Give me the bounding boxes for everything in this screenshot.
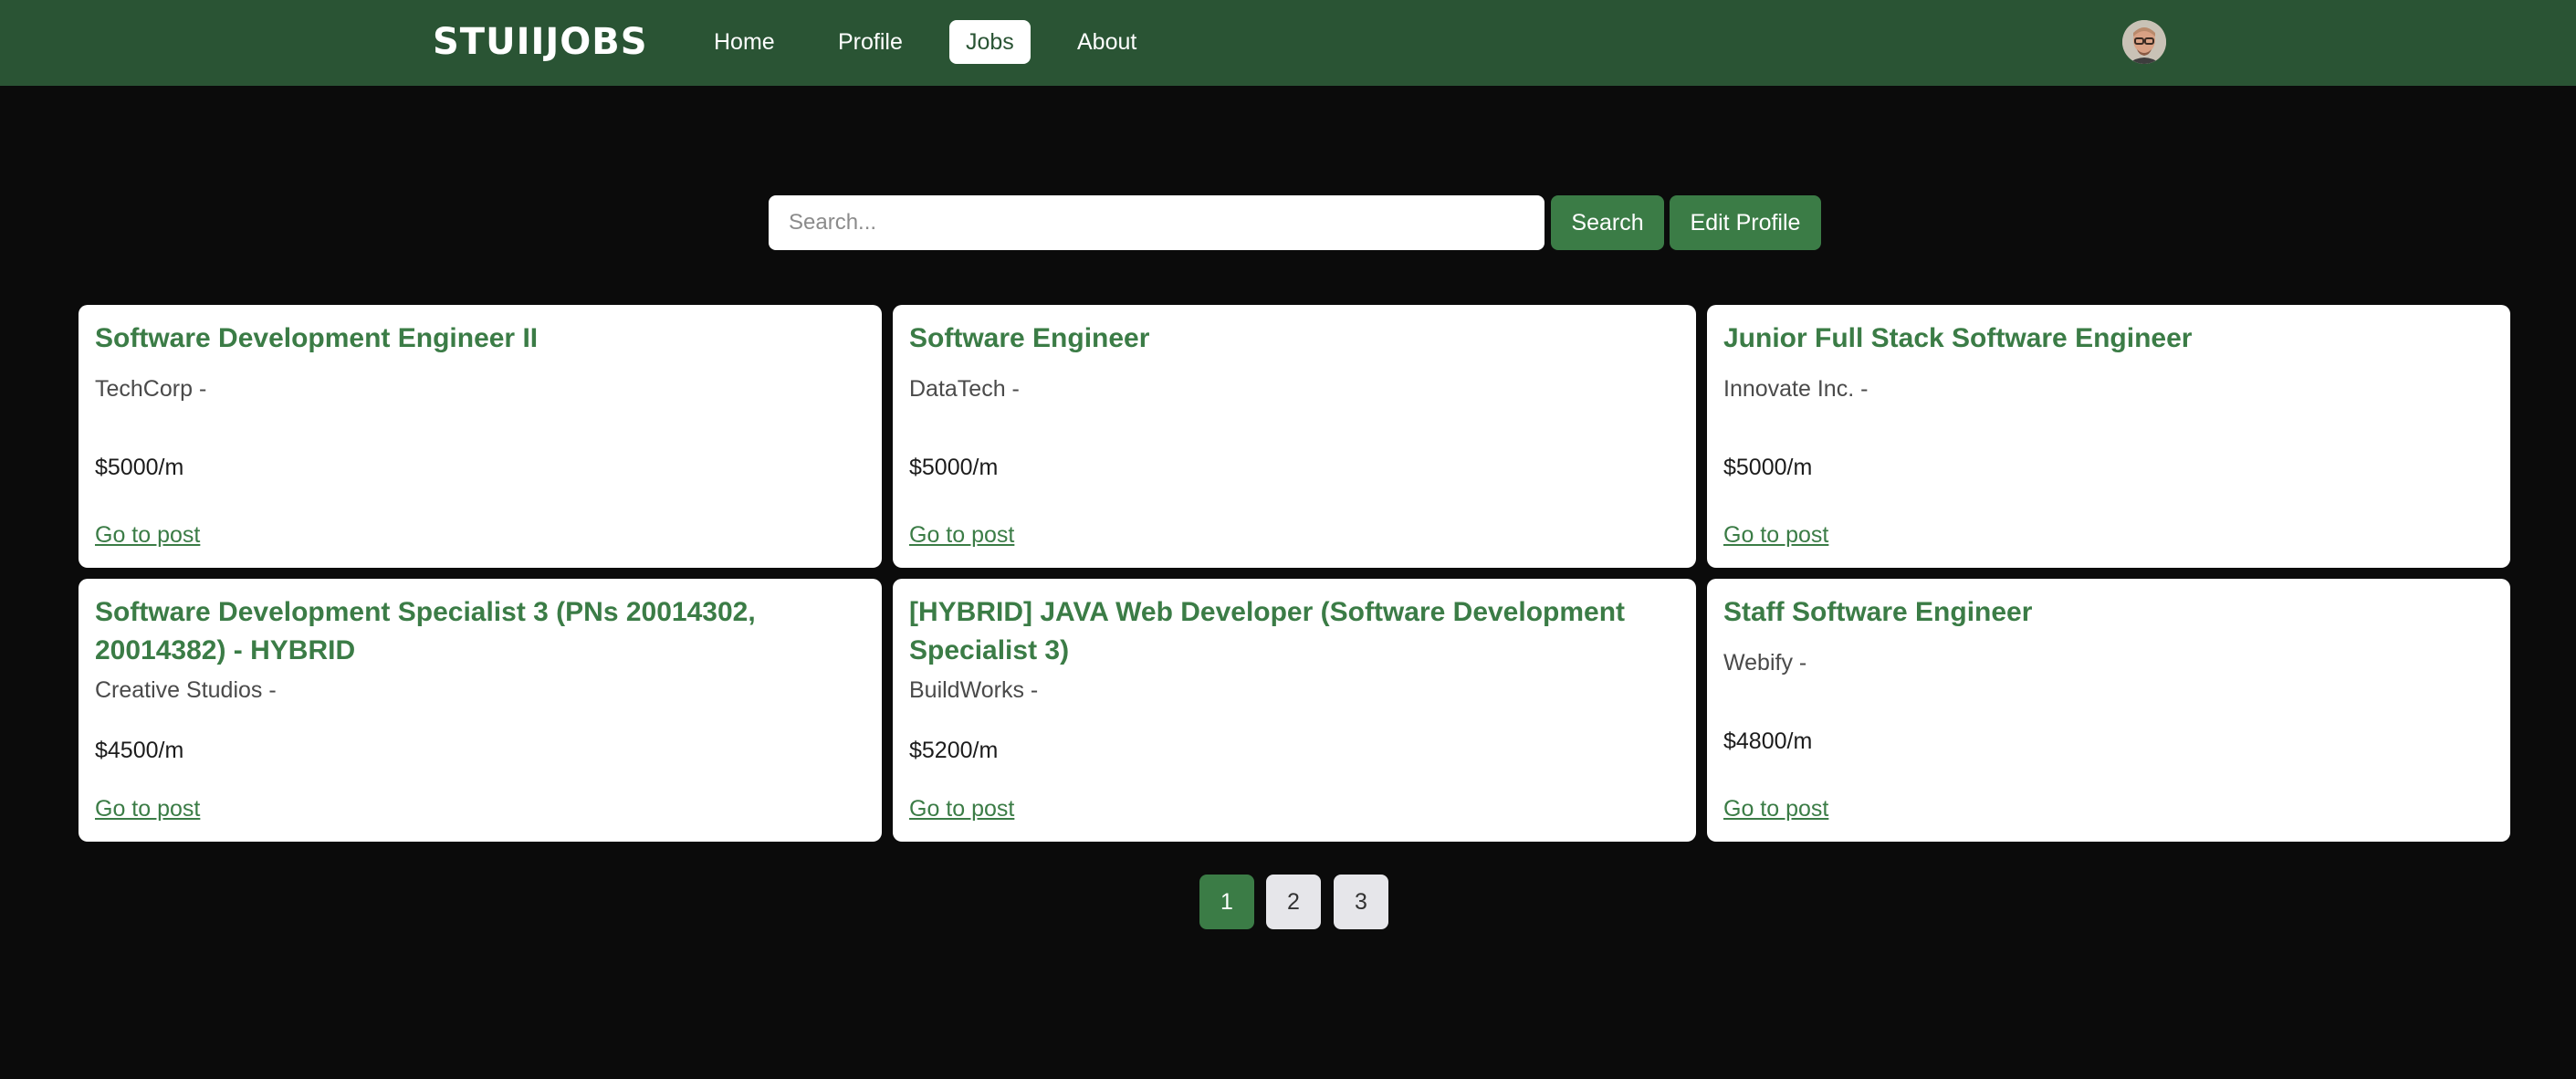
nav-link-home[interactable]: Home (697, 20, 791, 64)
go-to-post-link[interactable]: Go to post (95, 520, 200, 550)
go-to-post-link[interactable]: Go to post (1723, 794, 1828, 823)
nav-link-about[interactable]: About (1061, 20, 1153, 64)
job-title: Software Engineer (909, 323, 1150, 353)
go-to-post-link[interactable]: Go to post (95, 794, 200, 823)
job-title: Software Development Engineer II (95, 323, 539, 353)
search-input[interactable] (769, 195, 1545, 250)
job-title: Junior Full Stack Software Engineer (1723, 323, 2193, 353)
job-card: Software Engineer DataTech - $5000/m Go … (893, 305, 1696, 568)
top-navbar: STUIIJOBS Home Profile Jobs About (0, 0, 2576, 86)
job-company: BuildWorks - (909, 677, 1039, 703)
nav-link-jobs[interactable]: Jobs (949, 20, 1031, 64)
nav-link-profile[interactable]: Profile (822, 20, 919, 64)
page-button-3[interactable]: 3 (1334, 875, 1388, 929)
site-logo[interactable]: STUIIJOBS (433, 20, 648, 64)
job-salary: $4500/m (95, 738, 184, 763)
job-card: Software Development Specialist 3 (PNs 2… (79, 579, 882, 842)
page-button-2[interactable]: 2 (1266, 875, 1321, 929)
go-to-post-link[interactable]: Go to post (909, 794, 1014, 823)
job-card: Software Development Engineer II TechCor… (79, 305, 882, 568)
page-button-1[interactable]: 1 (1199, 875, 1254, 929)
go-to-post-link[interactable]: Go to post (1723, 520, 1828, 550)
job-company: DataTech - (909, 376, 1020, 402)
job-company: Creative Studios - (95, 677, 277, 703)
avatar-photo-icon (2122, 20, 2166, 64)
go-to-post-link[interactable]: Go to post (909, 520, 1014, 550)
user-avatar[interactable] (2122, 20, 2166, 64)
job-company: Innovate Inc. - (1723, 376, 1869, 402)
job-company: Webify - (1723, 650, 1807, 676)
job-salary: $5000/m (909, 455, 999, 480)
job-title: Staff Software Engineer (1723, 597, 2033, 627)
job-card: Staff Software Engineer Webify - $4800/m… (1707, 579, 2510, 842)
job-salary: $5200/m (909, 738, 999, 763)
job-salary: $4800/m (1723, 728, 1813, 754)
job-title: [HYBRID] JAVA Web Developer (Software De… (909, 597, 1626, 665)
job-salary: $5000/m (1723, 455, 1813, 480)
job-card: [HYBRID] JAVA Web Developer (Software De… (893, 579, 1696, 842)
job-salary: $5000/m (95, 455, 184, 480)
job-card: Junior Full Stack Software Engineer Inno… (1707, 305, 2510, 568)
edit-profile-button[interactable]: Edit Profile (1670, 195, 1821, 250)
search-button[interactable]: Search (1551, 195, 1664, 250)
job-company: TechCorp - (95, 376, 207, 402)
job-title: Software Development Specialist 3 (PNs 2… (95, 597, 756, 665)
